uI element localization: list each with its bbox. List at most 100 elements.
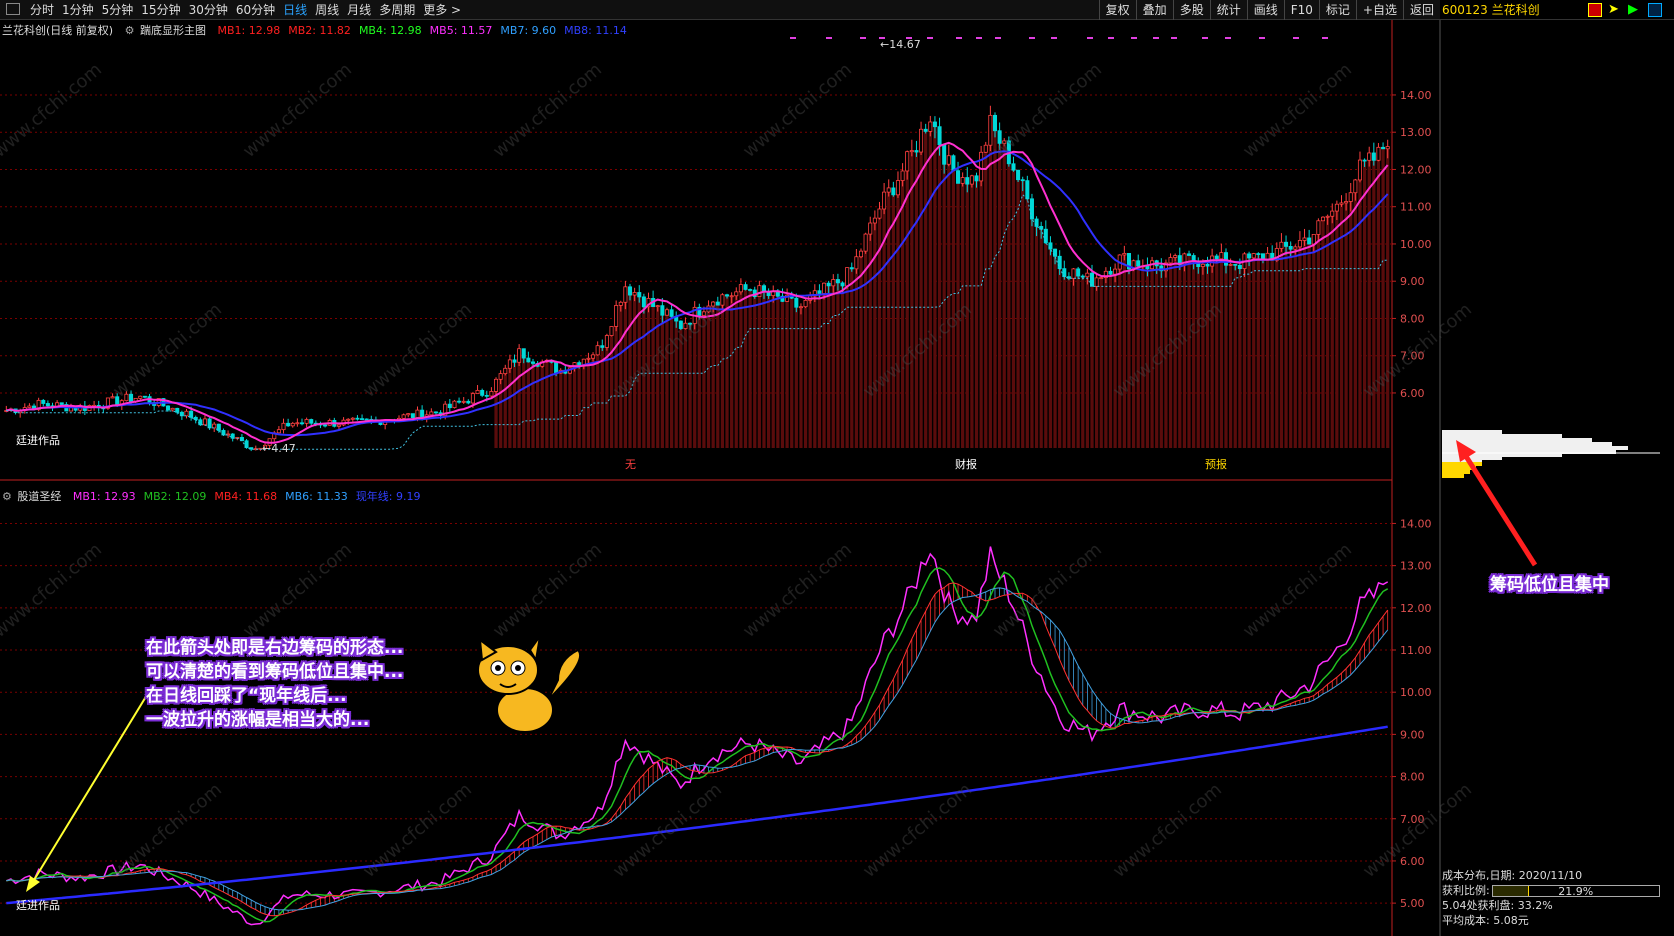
candle-body xyxy=(336,424,341,427)
candle-body xyxy=(1362,159,1367,162)
high-price-label: ←14.67 xyxy=(880,38,921,51)
chip-arrow-line xyxy=(1459,448,1538,567)
candle-body xyxy=(701,311,706,316)
candle-body xyxy=(1371,152,1376,161)
signal-dot xyxy=(1293,37,1299,39)
candle-body xyxy=(1376,146,1381,161)
candle-body xyxy=(914,150,919,153)
candle-body xyxy=(406,413,411,416)
candle-body xyxy=(189,410,194,418)
sub-mb2-line xyxy=(6,567,1389,923)
candle-body xyxy=(849,267,854,270)
chip-distribution-info: 成本分布,日期: 2020/11/10 获利比例: 21.9% 5.04处获利盘… xyxy=(1442,868,1672,928)
signal-dot xyxy=(826,37,832,39)
candle-body xyxy=(905,151,910,172)
sub-y-tick-label: 14.00 xyxy=(1400,517,1432,530)
candle-body xyxy=(1099,277,1104,279)
main-mb-value-3: MB5: 11.57 xyxy=(429,24,493,37)
candle-body xyxy=(577,362,582,366)
candle-body xyxy=(798,306,803,309)
chip-bar xyxy=(1442,438,1592,442)
signal-dot xyxy=(790,37,796,39)
candle-body xyxy=(1297,240,1302,248)
signal-arrow-line xyxy=(33,689,151,881)
candle-body xyxy=(715,301,720,306)
candle-body xyxy=(110,396,115,399)
candle-body xyxy=(309,419,314,424)
avg-cost-value: 5.08元 xyxy=(1493,914,1529,927)
sub-mb-value-0: MB1: 12.93 xyxy=(72,490,136,503)
cost-date: 2020/11/10 xyxy=(1518,869,1583,882)
candle-body xyxy=(946,155,951,165)
sub-indicator-name[interactable]: 股道圣经 xyxy=(17,490,61,503)
candle-body xyxy=(1344,201,1349,204)
candle-body xyxy=(678,320,683,329)
left-annotation: 在此箭头处即是右边筹码的形态... 可以清楚的看到筹码低位且集中... 在日线回… xyxy=(146,636,403,732)
candle-body xyxy=(281,422,286,431)
cost-date-label: 成本分布,日期: xyxy=(1442,869,1516,882)
sub-indicator-gear-icon[interactable]: ⚙ xyxy=(2,490,12,503)
candle-body xyxy=(1094,277,1099,287)
candle-body xyxy=(965,177,970,185)
candle-body xyxy=(1011,163,1016,171)
candle-body xyxy=(909,150,914,153)
signal-dot xyxy=(1131,37,1137,39)
candle-body xyxy=(1223,252,1229,266)
candle-body xyxy=(45,403,50,407)
kline-chart[interactable]: 14.00 13.00 12.00 11.00 10.00 9.00 8.00 7.00 6.0… xyxy=(0,0,1674,936)
candle-body xyxy=(457,400,462,403)
candle-body xyxy=(521,348,526,359)
event-marker: 财报 xyxy=(955,457,977,471)
signal-dot xyxy=(1153,37,1159,39)
candle-body xyxy=(854,256,859,270)
candle-body xyxy=(475,389,480,395)
candle-body xyxy=(734,291,739,297)
low-price-label: ←4.47 xyxy=(262,442,296,455)
candle-body xyxy=(725,294,730,297)
candle-body xyxy=(1330,210,1335,217)
candle-body xyxy=(512,359,517,363)
sub-mb4-line xyxy=(6,582,1389,917)
candle-body xyxy=(729,295,734,298)
candle-body xyxy=(1320,216,1326,222)
main-mb-value-0: MB1: 12.98 xyxy=(217,24,281,37)
candle-body xyxy=(956,170,961,184)
candle-body xyxy=(974,175,979,182)
year-line xyxy=(6,725,1388,905)
main-indicator-name[interactable]: 踹底显形主图 xyxy=(140,24,206,37)
candle-body xyxy=(609,326,614,336)
candle-body xyxy=(794,297,799,308)
candle-body xyxy=(951,155,956,172)
signal-dot xyxy=(1051,37,1057,39)
candle-body xyxy=(604,335,609,348)
candle-body xyxy=(1136,260,1141,267)
signal-dot xyxy=(1225,37,1231,39)
chip-bar xyxy=(1442,430,1502,434)
candle-body xyxy=(410,413,415,419)
candle-body xyxy=(632,292,637,296)
profit-at-value: 33.2% xyxy=(1517,899,1553,912)
sub-mb-value-4: 现年线: 9.19 xyxy=(355,490,421,503)
candle-body xyxy=(1025,180,1030,200)
candle-body xyxy=(979,151,984,182)
candle-body xyxy=(466,400,471,404)
candle-body xyxy=(165,405,171,411)
candle-body xyxy=(1113,268,1118,275)
profit-ratio-value: 21.9% xyxy=(1558,884,1594,898)
indicator-gear-icon[interactable]: ⚙ xyxy=(125,24,135,37)
main-y-tick-label: 13.00 xyxy=(1400,126,1432,139)
candle-body xyxy=(826,282,831,287)
candle-body xyxy=(170,407,175,411)
candle-body xyxy=(586,357,591,360)
sub-mb-value-2: MB4: 11.68 xyxy=(214,490,278,503)
main-signature: 廷进作品 xyxy=(16,434,60,447)
candle-body xyxy=(286,422,291,427)
candle-body xyxy=(1071,268,1076,279)
candle-body xyxy=(295,422,300,425)
candle-body xyxy=(660,305,665,316)
signal-dot xyxy=(927,37,933,39)
candle-body xyxy=(992,114,998,132)
avg-cost-label: 平均成本: xyxy=(1442,914,1490,927)
candle-body xyxy=(1228,263,1233,266)
candle-body xyxy=(655,305,660,308)
